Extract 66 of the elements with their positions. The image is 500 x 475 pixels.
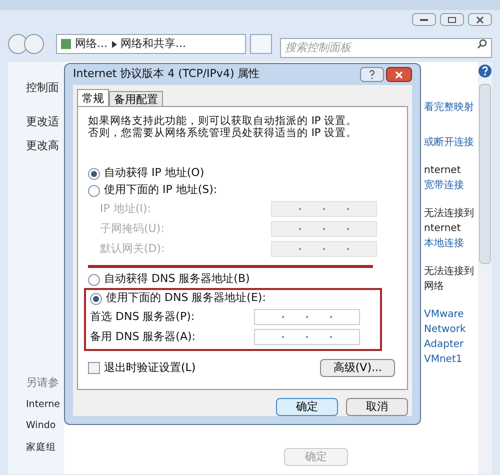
radio-label: 自动获得 IP 地址(O) xyxy=(104,165,204,182)
field-label: 默认网关(D): xyxy=(100,240,165,257)
link[interactable]: 宽带连接 xyxy=(424,178,478,193)
link[interactable]: 本地连接 xyxy=(424,236,478,251)
status-text: 无法连接到 xyxy=(424,264,475,279)
radio-button[interactable] xyxy=(88,168,100,180)
status-text: 网络 xyxy=(424,280,445,294)
close-button[interactable] xyxy=(386,67,412,82)
advanced-button[interactable]: 高级(V)... xyxy=(320,359,395,377)
link[interactable]: 或断开连接 xyxy=(424,135,478,150)
ok-button[interactable]: 确定 xyxy=(276,398,338,416)
field-label: IP 地址(I): xyxy=(100,200,151,217)
checkbox[interactable] xyxy=(88,362,100,374)
breadcrumb[interactable]: 网络... xyxy=(75,36,108,52)
link[interactable]: Network xyxy=(424,322,478,337)
ip-field[interactable] xyxy=(254,329,360,345)
ip-field[interactable] xyxy=(271,221,377,237)
status-text: nternet xyxy=(424,164,462,178)
breadcrumb[interactable]: 网络和共享... xyxy=(120,36,186,52)
ip-field[interactable] xyxy=(254,309,360,325)
field-label: 备用 DNS 服务器(A): xyxy=(90,328,196,345)
section-heading: 另请参 xyxy=(26,374,60,390)
tab[interactable]: 常规 xyxy=(77,89,109,106)
field-label: 子网掩码(U): xyxy=(100,220,164,237)
help-icon[interactable] xyxy=(478,64,492,78)
help-button[interactable] xyxy=(360,67,384,82)
status-text: 无法连接到 xyxy=(424,206,475,221)
radio-button[interactable] xyxy=(90,292,102,304)
nav-link[interactable]: 更改高 xyxy=(26,138,64,154)
radio-label: 使用下面的 IP 地址(S): xyxy=(104,182,218,198)
nav-link[interactable]: 控制面 xyxy=(26,80,64,96)
close-button[interactable] xyxy=(468,13,492,26)
close-icon xyxy=(476,16,484,24)
forward-button[interactable] xyxy=(24,34,44,54)
link[interactable]: VMnet1 xyxy=(424,352,478,367)
radio-label: 使用下面的 DNS 服务器地址(E): xyxy=(106,290,266,306)
link[interactable]: 看完整映射 xyxy=(424,100,478,115)
field-label: 首选 DNS 服务器(P): xyxy=(90,308,195,325)
ip-field[interactable] xyxy=(271,241,377,257)
search-field[interactable]: 搜索控制面板 xyxy=(280,38,492,58)
maximize-button[interactable] xyxy=(440,13,464,26)
minimize-button[interactable] xyxy=(412,13,436,26)
nav-link[interactable]: Windo xyxy=(26,419,64,434)
refresh-button[interactable] xyxy=(250,34,272,54)
back-button[interactable] xyxy=(8,34,28,54)
radio-button[interactable] xyxy=(88,274,100,286)
nav-link[interactable]: 家庭组 xyxy=(26,440,64,455)
radio-button[interactable] xyxy=(88,184,100,196)
link[interactable]: Adapter xyxy=(424,337,478,352)
address-bar[interactable]: 网络... 网络和共享... xyxy=(56,34,246,54)
chevron-right-icon xyxy=(112,40,116,48)
search-icon xyxy=(477,39,487,49)
close-icon xyxy=(395,70,403,78)
status-text: nternet xyxy=(424,222,462,236)
scrollbar-thumb[interactable] xyxy=(479,84,491,264)
nav-link[interactable]: 更改适 xyxy=(26,114,64,130)
window-title: Internet 协议版本 4 (TCP/IPv4) 属性 xyxy=(73,66,260,82)
checkbox-label: 退出时验证设置(L) xyxy=(104,360,196,376)
tab[interactable]: 备用配置 xyxy=(109,91,163,106)
nav-link[interactable]: Interne xyxy=(26,398,64,412)
question-icon xyxy=(369,70,375,79)
radio-label: 自动获得 DNS 服务器地址(B) xyxy=(104,271,250,288)
cancel-button[interactable]: 取消 xyxy=(346,398,408,416)
link[interactable]: VMware xyxy=(424,307,478,322)
description-text: 如果网络支持此功能，则可以获取自动指派的 IP 设置。否则，您需要从网络系统管理员处获得适当的 IP 设置。 xyxy=(88,115,358,139)
ip-field[interactable] xyxy=(271,201,377,217)
